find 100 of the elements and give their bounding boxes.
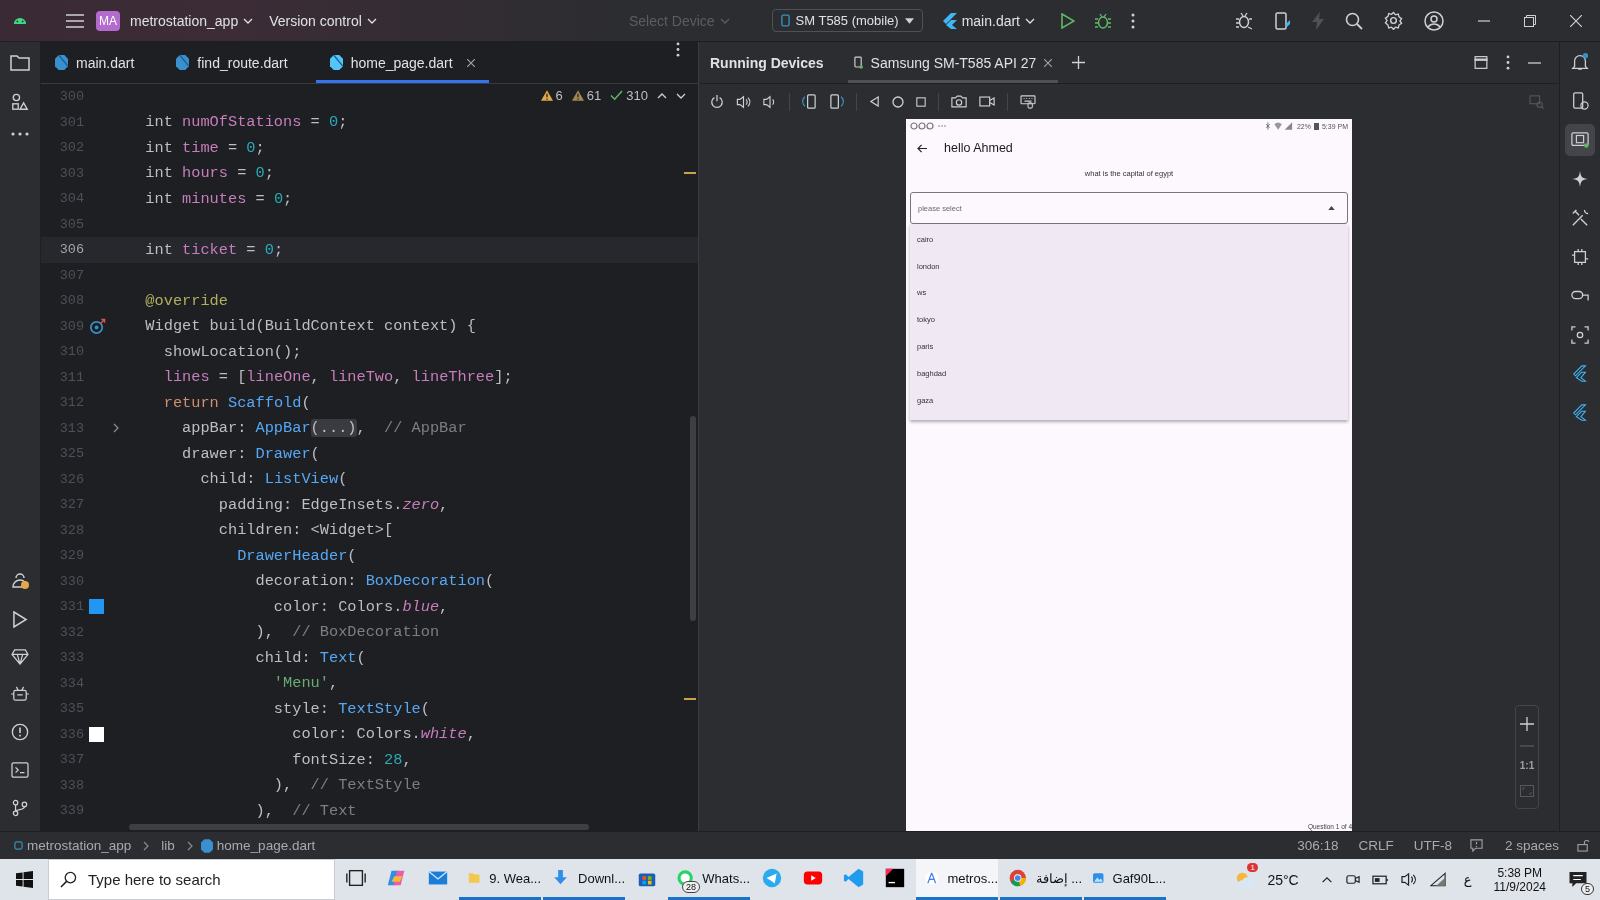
run-config-menu[interactable]: main.dart xyxy=(936,8,1041,33)
file-tab[interactable]: home_page.dart xyxy=(315,42,489,83)
up-icon[interactable] xyxy=(657,92,667,99)
terminal-icon[interactable] xyxy=(11,762,29,778)
check-count[interactable]: 310 xyxy=(610,88,648,103)
back-icon[interactable] xyxy=(869,96,880,107)
search-field[interactable]: Type here to search xyxy=(48,859,335,900)
account-icon[interactable] xyxy=(1424,10,1444,31)
taskbar-app[interactable]: Gaf90L... xyxy=(1084,859,1166,900)
sparkle-icon xyxy=(1571,170,1589,188)
device-tab[interactable]: Samsung SM-T585 API 27 xyxy=(847,42,1059,83)
gem-icon[interactable] xyxy=(11,649,29,665)
rotate-left-icon[interactable] xyxy=(802,94,817,109)
warning-count[interactable]: 6 xyxy=(540,88,563,103)
folder-icon[interactable] xyxy=(10,54,30,72)
more-icon[interactable] xyxy=(676,42,680,57)
caret-icon xyxy=(1328,206,1335,210)
flutter-icon xyxy=(942,12,957,29)
overview-icon[interactable] xyxy=(916,96,926,107)
version-control-menu[interactable]: Version control xyxy=(263,8,383,33)
restore-icon[interactable] xyxy=(1524,14,1536,27)
structure-icon[interactable] xyxy=(11,93,29,111)
volume-icon[interactable] xyxy=(1400,872,1418,887)
start-icon[interactable] xyxy=(16,871,33,888)
actual-size-button[interactable]: 1:1 xyxy=(1519,760,1535,772)
wifi-icon[interactable] xyxy=(1429,872,1446,887)
device-icon[interactable] xyxy=(1275,11,1291,30)
tray-expand-icon[interactable] xyxy=(1320,876,1333,883)
run-icon[interactable] xyxy=(12,611,28,628)
taskbar-app[interactable]: 9. Wea... xyxy=(459,859,541,900)
weak-warning-count[interactable]: 61 xyxy=(571,88,602,103)
down-icon[interactable] xyxy=(676,92,686,99)
tools-icon xyxy=(1571,209,1589,227)
breadcrumb[interactable]: metrostation_app xyxy=(23,838,136,853)
count-badge: 28 xyxy=(682,881,700,893)
video-icon[interactable] xyxy=(979,95,995,108)
file-tab[interactable]: find_route.dart xyxy=(162,42,302,83)
keyboard-icon[interactable] xyxy=(1020,94,1036,109)
tool-window-button[interactable] xyxy=(1565,124,1595,156)
indent-setting[interactable]: 2 spaces xyxy=(1496,838,1567,853)
android-icon[interactable] xyxy=(13,16,27,25)
zoom-in-icon[interactable] xyxy=(1520,716,1534,731)
taskbar-app[interactable]: Downl... xyxy=(543,859,625,900)
file-tab[interactable]: main.dart xyxy=(41,42,149,83)
add-icon[interactable] xyxy=(1072,56,1086,69)
bug-icon[interactable] xyxy=(1236,11,1254,30)
app-label: إضافة ... xyxy=(1035,870,1082,886)
weather-widget[interactable]: 1 25°C xyxy=(1233,859,1299,900)
lock-icon[interactable] xyxy=(1577,839,1590,852)
paper-plane-icon xyxy=(760,867,783,889)
layout-icon[interactable] xyxy=(1474,56,1488,69)
more-icon[interactable] xyxy=(1131,12,1135,29)
power-icon[interactable] xyxy=(710,94,724,109)
chevron-icon xyxy=(366,17,377,24)
menu-icon[interactable] xyxy=(66,13,84,28)
task-view-icon xyxy=(344,867,367,889)
line-separator[interactable]: CRLF xyxy=(1350,838,1402,853)
volume-up-icon[interactable] xyxy=(736,94,751,109)
override-icon[interactable] xyxy=(89,317,106,335)
more-icon[interactable] xyxy=(11,132,29,136)
minimize-icon[interactable] xyxy=(1528,61,1541,64)
battery-icon[interactable] xyxy=(1371,874,1389,885)
close-icon[interactable] xyxy=(1044,58,1053,67)
settings-icon[interactable] xyxy=(1384,11,1403,30)
breadcrumb[interactable]: lib xyxy=(157,838,179,853)
assistant-icon[interactable] xyxy=(10,570,30,590)
comment-icon[interactable] xyxy=(1469,839,1483,852)
capture-icon xyxy=(1571,326,1589,344)
taskbar-app[interactable]: 28 Whats... xyxy=(668,859,750,900)
project-menu[interactable]: metrostation_app xyxy=(124,8,260,33)
file-encoding[interactable]: UTF-8 xyxy=(1405,838,1460,853)
more-icon[interactable] xyxy=(1506,55,1510,70)
notifications-button[interactable]: 5 xyxy=(1556,859,1600,900)
cursor-position[interactable]: 306:18 xyxy=(1289,838,1347,853)
close-icon[interactable] xyxy=(466,58,475,67)
problems-icon[interactable] xyxy=(11,723,29,741)
camera-icon[interactable] xyxy=(1344,872,1360,887)
robot-icon[interactable] xyxy=(11,686,29,702)
taskbar-app[interactable]: إضافة ... xyxy=(1000,859,1082,900)
volume-down-icon[interactable] xyxy=(763,94,777,109)
back-arrow-icon[interactable] xyxy=(917,143,928,153)
color-swatch[interactable] xyxy=(89,599,104,615)
taskbar-app[interactable]: metros... xyxy=(916,859,998,900)
git-icon[interactable] xyxy=(12,799,28,817)
camera-icon[interactable] xyxy=(951,95,967,108)
close-icon[interactable] xyxy=(1570,14,1582,27)
breadcrumb[interactable]: home_page.dart xyxy=(212,838,320,853)
rotate-right-icon[interactable] xyxy=(829,94,844,109)
module-icon xyxy=(14,841,23,850)
device-selector[interactable]: SM T585 (mobile) xyxy=(771,9,923,32)
color-swatch[interactable] xyxy=(89,726,104,742)
language-indicator[interactable]: ع xyxy=(1451,859,1484,900)
clock[interactable]: 5:38 PM 11/9/2024 xyxy=(1483,859,1556,900)
search-icon[interactable] xyxy=(1345,11,1363,30)
code-line: decoration: BoxDecoration( xyxy=(254,572,495,591)
bug-icon[interactable] xyxy=(1095,12,1111,29)
expand-icon[interactable] xyxy=(113,423,119,434)
run-icon[interactable] xyxy=(1061,12,1075,29)
notifications-icon xyxy=(1571,53,1589,71)
home-icon[interactable] xyxy=(892,95,904,108)
